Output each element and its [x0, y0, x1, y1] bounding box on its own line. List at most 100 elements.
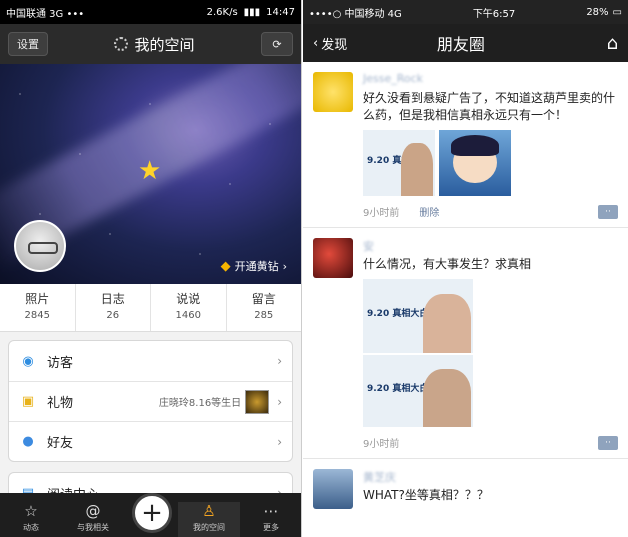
feed-post: Jesse_Rock 好久没看到悬疑广告了，不知道这葫芦里卖的什么药，但是我相信…	[303, 62, 628, 228]
comment-icon[interactable]: ··	[598, 204, 618, 219]
chevron-right-icon: ›	[277, 394, 282, 409]
stat-value: 2845	[24, 310, 50, 321]
tab-my-space[interactable]: ♙ 我的空间	[178, 502, 240, 537]
stat-messages[interactable]: 留言 285	[225, 284, 302, 331]
stat-label: 照片	[25, 292, 50, 306]
vip-label: 开通黄钻	[234, 260, 279, 273]
post-author[interactable]: 黄芝庆	[363, 469, 618, 485]
vip-link[interactable]: ◆ 开通黄钻 ›	[221, 258, 287, 274]
stat-label: 留言	[251, 292, 276, 306]
post-images: 9.20 真相大白	[363, 130, 618, 196]
qzone-panel: 中国联通 3G ••• 2.6K/s ▮▮▮ 14:47 设置 我的空间 ⟳ ★…	[0, 0, 302, 537]
post-author[interactable]: 安	[363, 238, 618, 254]
post-time: 9小时前	[363, 439, 400, 450]
post-image[interactable]: 9.20 真相大白	[363, 279, 473, 353]
feed-post: 黄芝庆 WHAT?坐等真相？？？	[303, 459, 628, 509]
star-mascot-icon[interactable]: ★	[138, 156, 161, 186]
menu-label: 好友	[47, 436, 74, 451]
net-speed: 2.6K/s	[206, 6, 238, 18]
menu-label: 访客	[47, 355, 74, 371]
post-meta: 9小时前 删除 ··	[363, 204, 618, 219]
post-text: WHAT?坐等真相？？？	[363, 488, 489, 502]
stat-label: 说说	[176, 292, 201, 306]
menu-item-gifts[interactable]: ▣ 礼物 庄晓玲8.16等生日 ›	[9, 381, 292, 421]
avatar[interactable]	[14, 220, 66, 272]
chevron-left-icon: ‹	[313, 35, 319, 51]
stat-value: 285	[254, 310, 274, 321]
chevron-right-icon: ›	[277, 434, 282, 449]
eye-icon: ◉	[22, 353, 34, 369]
tab-label: 与我相关	[77, 523, 109, 532]
avatar[interactable]	[313, 72, 353, 112]
refresh-button[interactable]: ⟳	[261, 32, 293, 56]
battery-icon: ▭	[612, 6, 622, 18]
birthday-note: 庄晓玲8.16等生日	[158, 398, 242, 409]
post-time: 9小时前	[363, 208, 400, 219]
stat-label: 日志	[100, 292, 125, 306]
stat-blogs[interactable]: 日志 26	[74, 284, 151, 331]
tab-mentions[interactable]: @ 与我相关	[62, 502, 124, 537]
post-image[interactable]	[439, 130, 511, 196]
loading-icon	[114, 37, 129, 51]
clock: 14:47	[266, 6, 295, 18]
post-image[interactable]: 9.20 真相大白	[363, 355, 473, 427]
clock: 下午6:57	[472, 8, 516, 20]
back-label: 发现	[321, 37, 348, 53]
back-button[interactable]: ‹ 发现	[313, 34, 347, 53]
status-bar: 中国联通 3G ••• 2.6K/s ▮▮▮ 14:47	[0, 0, 301, 24]
friend-icon: ●	[22, 434, 34, 449]
avatar[interactable]	[313, 469, 353, 509]
page-title-text: 我的空间	[134, 35, 195, 54]
camera-icon[interactable]: ⌂	[607, 33, 618, 54]
battery-level: 28%	[586, 6, 609, 18]
post-image[interactable]: 9.20 真相大白	[363, 130, 435, 196]
compose-button[interactable]: +	[132, 493, 172, 533]
carrier-label: 中国联通 3G •••	[6, 8, 85, 20]
cover-image[interactable]: ★ ◆ 开通黄钻 ›	[0, 64, 301, 284]
tab-label: 我的空间	[193, 523, 225, 532]
menu-item-visitors[interactable]: ◉ 访客 ›	[9, 341, 292, 381]
app-header: ‹ 发现 朋友圈 ⌂	[303, 24, 628, 62]
delete-link[interactable]: 删除	[419, 204, 439, 219]
menu-label: 礼物	[47, 396, 74, 411]
stat-value: 26	[106, 310, 120, 321]
feed-post: 安 什么情况，有大事发生？求真相 9.20 真相大白 9.20 真相大白 9小时…	[303, 228, 628, 459]
more-icon: ⋯	[263, 502, 279, 520]
moments-panel: ••••○ 中国移动 4G 下午6:57 28% ▭ ‹ 发现 朋友圈 ⌂ Je…	[303, 0, 628, 537]
star-icon: ☆	[24, 502, 38, 520]
menu-group: ◉ 访客 › ▣ 礼物 庄晓玲8.16等生日 › ● 好友 ›	[8, 340, 293, 462]
stats-bar: 照片 2845 日志 26 说说 1460 留言 285	[0, 284, 301, 332]
tab-more[interactable]: ⋯ 更多	[240, 502, 301, 537]
chevron-right-icon: ›	[277, 354, 282, 368]
gift-icon: ▣	[21, 394, 35, 409]
ad-caption: 9.20 真相大白	[367, 383, 429, 394]
stat-photos[interactable]: 照片 2845	[0, 284, 75, 331]
carrier-label: ••••○ 中国移动 4G	[309, 8, 402, 20]
tab-label: 动态	[23, 523, 39, 532]
comment-icon[interactable]: ··	[598, 435, 618, 450]
tab-label: 更多	[263, 523, 279, 532]
page-title: 朋友圈	[436, 35, 485, 54]
status-bar: ••••○ 中国移动 4G 下午6:57 28% ▭	[303, 0, 628, 24]
diamond-icon: ◆	[220, 258, 231, 274]
tab-feed[interactable]: ☆ 动态	[0, 502, 62, 537]
stat-shuoshuo[interactable]: 说说 1460	[150, 284, 226, 331]
post-text: 什么情况，有大事发生？求真相	[363, 257, 532, 271]
gift-thumbnail	[245, 389, 270, 414]
app-header: 设置 我的空间 ⟳	[0, 24, 301, 64]
stat-value: 1460	[175, 310, 201, 321]
avatar[interactable]	[313, 238, 353, 278]
at-icon: @	[85, 502, 101, 520]
chevron-right-icon: ›	[282, 259, 287, 273]
post-meta: 9小时前 ··	[363, 435, 618, 450]
signal-icon: ▮▮▮	[243, 6, 261, 18]
post-text: 好久没看到悬疑广告了，不知道这葫芦里卖的什么药，但是我相信真相永远只有一个！	[363, 91, 616, 122]
tab-bar: ☆ 动态 @ 与我相关 + ♙ 我的空间 ⋯ 更多	[0, 493, 301, 537]
page-title: 我的空间	[48, 34, 261, 55]
ad-caption: 9.20 真相大白	[367, 308, 429, 319]
post-author[interactable]: Jesse_Rock	[363, 72, 618, 88]
person-icon: ♙	[202, 502, 216, 520]
menu-item-friends[interactable]: ● 好友 ›	[9, 421, 292, 461]
settings-button[interactable]: 设置	[8, 32, 48, 56]
post-images: 9.20 真相大白 9.20 真相大白	[363, 279, 618, 427]
